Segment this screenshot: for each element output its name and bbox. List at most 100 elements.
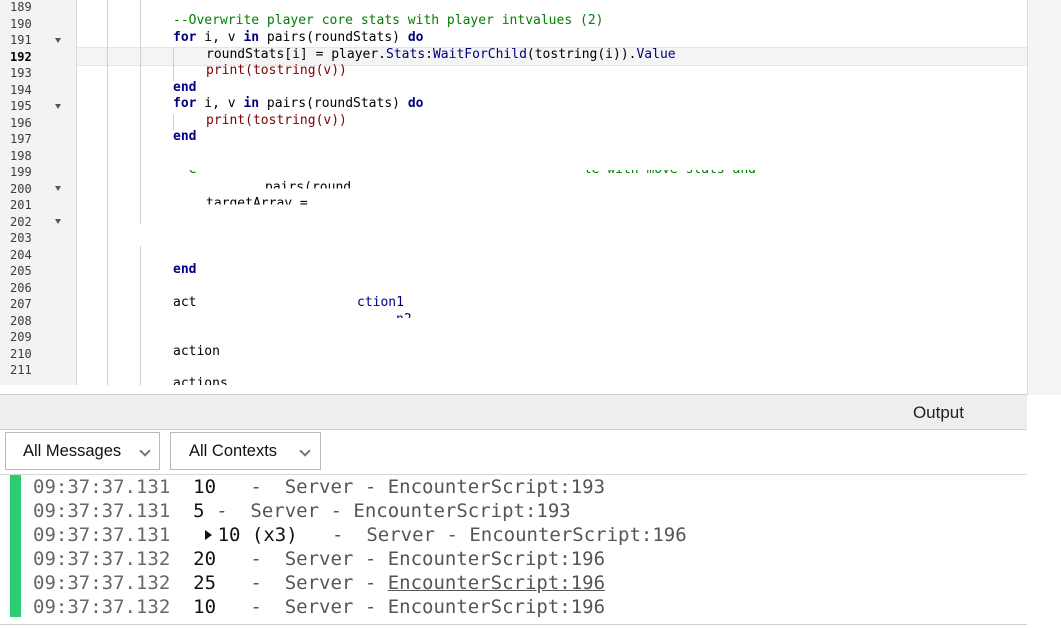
log-timestamp: 09:37:37.132 (33, 596, 171, 618)
log-timestamp: 09:37:37.132 (33, 572, 171, 594)
code-line-196: print(tostring(v)) (206, 112, 347, 128)
code-line-199-fragment: --C (173, 162, 197, 177)
keyword: do (407, 30, 424, 45)
log-source-link[interactable]: EncounterScript:193 (388, 476, 605, 498)
fold-toggle-icon[interactable] (55, 219, 61, 224)
context-filter-dropdown[interactable]: All Contexts (170, 432, 321, 470)
line-number: 198 (10, 148, 32, 163)
log-separator: - (353, 572, 388, 594)
log-context: Server (284, 572, 354, 594)
log-source-link[interactable]: EncounterScript:196 (388, 548, 605, 570)
code-text: pairs(roundStats) (259, 96, 408, 111)
log-separator: - (353, 548, 388, 570)
code-text: i, v (196, 96, 244, 111)
code-line-208-fragment: n2 (396, 311, 412, 327)
line-number: 209 (10, 330, 32, 344)
log-separator: - (320, 524, 355, 546)
divider (0, 624, 1027, 625)
code-line-200-fragment: pairs(round (265, 180, 352, 195)
indent-guide (107, 0, 108, 385)
log-context: Server (284, 476, 354, 498)
output-panel-header: Output (0, 394, 1027, 430)
line-number: 207 (10, 297, 32, 311)
chevron-down-icon (139, 445, 151, 457)
code-line-193: print(tostring(v)) (206, 63, 347, 78)
log-row[interactable]: 09:37:37.132 10 - Server - EncounterScri… (33, 595, 605, 619)
expand-triangle-icon[interactable] (204, 529, 212, 540)
log-separator: - (238, 548, 274, 570)
log-severity-bar (10, 475, 21, 617)
line-number: 204 (10, 247, 32, 262)
log-timestamp: 09:37:37.131 (33, 524, 171, 546)
log-row[interactable]: 09:37:37.132 25 - Server - EncounterScri… (33, 571, 605, 595)
dropdown-label: All Messages (23, 442, 122, 460)
log-timestamp: 09:37:37.131 (33, 500, 171, 522)
code-text: : (425, 46, 433, 62)
log-source-link[interactable]: EncounterScript:193 (353, 500, 570, 522)
code-text: roundStats[i] = player. (206, 46, 387, 62)
code-line-207-fragment: act (173, 295, 197, 310)
line-number: 196 (10, 115, 32, 130)
indent-guide (173, 48, 174, 81)
line-number: 201 (10, 198, 32, 212)
code-text: i, v (196, 30, 244, 45)
fold-toggle-icon[interactable] (55, 38, 61, 43)
log-row[interactable]: 09:37:37.131 5 - Server - EncounterScrip… (33, 499, 571, 523)
log-separator: - (435, 524, 470, 546)
line-number: 195 (10, 99, 32, 113)
redaction-overlay (108, 224, 528, 246)
log-message: 5 (193, 500, 205, 522)
log-context: Server (250, 500, 320, 522)
code-line-205: end (173, 262, 197, 277)
line-number: 197 (10, 132, 32, 146)
fold-toggle-icon[interactable] (55, 186, 61, 191)
log-context: Server (366, 524, 435, 546)
indent-guide (140, 0, 141, 385)
log-row-grouped[interactable]: 09:37:37.131 10 (x3) - Server - Encounte… (33, 523, 687, 547)
editor-scrollbar[interactable] (1027, 0, 1061, 395)
log-source-link[interactable]: EncounterScript:196 (388, 572, 605, 594)
log-source-link[interactable]: EncounterScript:196 (388, 596, 605, 618)
log-row[interactable]: 09:37:37.131 10 - Server - EncounterScri… (33, 475, 605, 499)
log-separator: - (353, 476, 388, 498)
line-number: 211 (10, 363, 32, 377)
code-line-210: action (173, 344, 220, 359)
line-number: 210 (10, 346, 32, 361)
line-number: 199 (10, 165, 32, 179)
fold-toggle-icon[interactable] (55, 104, 61, 109)
code-line-197: end (173, 129, 197, 144)
line-number: 208 (10, 313, 32, 328)
line-number: 194 (10, 82, 32, 97)
keyword: do (407, 96, 424, 111)
code-member: WaitForChild (432, 46, 527, 62)
log-message: 25 (193, 572, 217, 594)
line-number: 206 (10, 280, 32, 295)
log-row[interactable]: 09:37:37.132 20 - Server - EncounterScri… (33, 547, 605, 571)
code-line-212-fragment: actions (173, 376, 228, 385)
script-editor[interactable]: 189 190 191 192 193 194 195 196 197 198 … (0, 0, 1027, 385)
keyword: in (243, 96, 260, 111)
log-message: 10 (x3) (217, 524, 298, 546)
code-member: Stats (386, 46, 426, 62)
code-line-191: for i, v in pairs(roundStats) do (173, 30, 423, 47)
panel-title: Output (912, 403, 964, 422)
log-source-link[interactable]: EncounterScript:196 (469, 524, 686, 546)
line-number: 191 (10, 33, 32, 47)
chevron-down-icon (299, 445, 311, 457)
log-separator: - (238, 572, 274, 594)
line-number: 190 (10, 16, 32, 31)
keyword: for (173, 30, 197, 45)
code-text: (tostring(i)). (526, 46, 637, 62)
message-filter-dropdown[interactable]: All Messages (5, 432, 160, 470)
code-line-199-fragment: 'le with move stats and (576, 162, 764, 177)
dropdown-label: All Contexts (189, 442, 278, 460)
code-text: pairs(roundStats) (259, 30, 408, 45)
line-number: 200 (10, 181, 32, 196)
output-log[interactable]: 09:37:37.131 10 - Server - EncounterScri… (0, 475, 1027, 628)
line-number: 205 (10, 264, 32, 278)
line-number-current: 192 (10, 49, 32, 64)
line-number: 193 (10, 66, 32, 80)
log-message: 20 (193, 548, 217, 570)
code-line-195: for i, v in pairs(roundStats) do (173, 96, 423, 113)
log-context: Server (284, 596, 354, 618)
